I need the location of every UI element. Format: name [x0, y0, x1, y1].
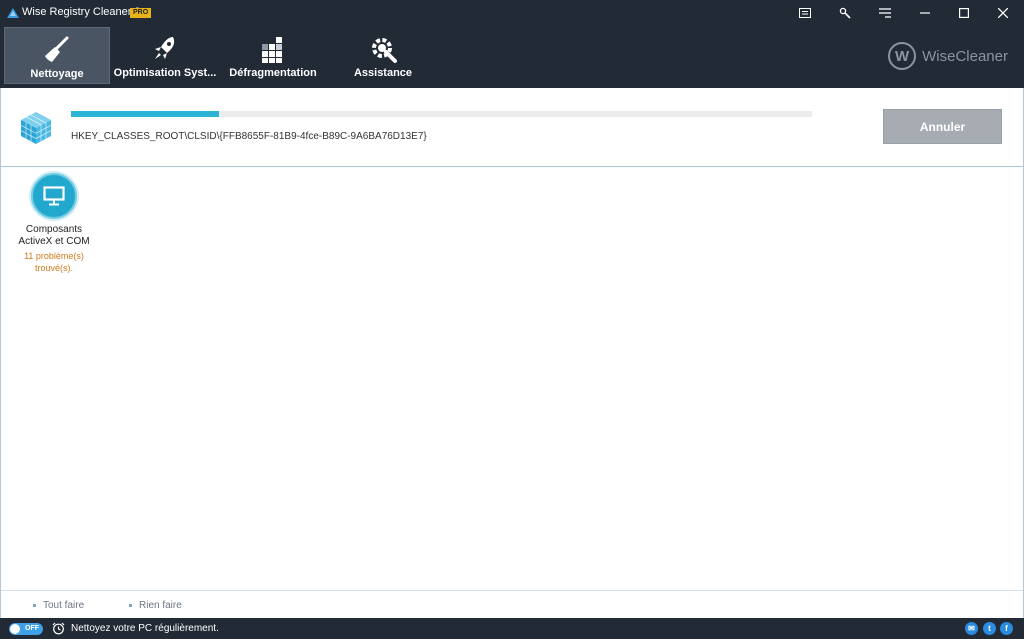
- category-icon: [31, 173, 77, 219]
- app-title: Wise Registry Cleaner 9: [22, 6, 141, 18]
- tab-assistance-label: Assistance: [353, 67, 413, 79]
- facebook-glyph: f: [1005, 623, 1008, 633]
- cancel-button[interactable]: Annuler: [883, 109, 1002, 144]
- close-icon: [998, 8, 1008, 18]
- tools-button[interactable]: [826, 0, 864, 26]
- select-all-label: Tout faire: [43, 600, 85, 611]
- status-bar: OFF Nettoyez votre PC régulièrement. ✉ t…: [0, 618, 1024, 639]
- select-none-link[interactable]: Rien faire: [129, 600, 182, 611]
- tab-nettoyage-label: Nettoyage: [30, 68, 84, 80]
- category-activex-com[interactable]: Composants ActiveX et COM 11 problème(s)…: [11, 173, 97, 274]
- alarm-clock-icon: [52, 622, 65, 635]
- tab-defragmentation[interactable]: Défragmentation: [220, 27, 326, 84]
- bullet-icon: [129, 603, 132, 607]
- defrag-blocks-icon: [262, 37, 282, 63]
- maximize-button[interactable]: [945, 0, 983, 26]
- title-bar: Wise Registry Cleaner 9 PRO: [0, 0, 1024, 26]
- registry-cube-icon: [20, 112, 52, 144]
- toggle-knob: [10, 624, 20, 634]
- tab-optimisation-label: Optimisation Syst...: [113, 67, 217, 79]
- broom-icon: [45, 36, 69, 62]
- app-logo-icon: [7, 8, 19, 18]
- tab-assistance[interactable]: Assistance: [330, 27, 436, 84]
- menu-icon: [879, 8, 891, 18]
- tab-optimisation[interactable]: Optimisation Syst...: [112, 27, 218, 84]
- message-icon: [799, 8, 811, 18]
- bullet-icon: [33, 603, 36, 607]
- status-message: Nettoyez votre PC régulièrement.: [71, 623, 219, 634]
- mail-icon[interactable]: ✉: [965, 622, 978, 635]
- monitor-icon: [43, 186, 65, 206]
- scan-progress-fill: [71, 111, 220, 117]
- main-content: HKEY_CLASSES_ROOT\CLSID\{FFB8655F-81B9-4…: [0, 88, 1024, 618]
- facebook-icon[interactable]: f: [1000, 622, 1013, 635]
- message-button[interactable]: [786, 0, 824, 26]
- tab-nettoyage[interactable]: Nettoyage: [4, 27, 110, 84]
- wrench-gear-icon: [372, 38, 397, 63]
- toggle-label: OFF: [25, 625, 39, 632]
- tools-icon: [839, 7, 851, 19]
- wisecleaner-name: WiseCleaner: [922, 47, 1008, 65]
- minimize-button[interactable]: [906, 0, 944, 26]
- maximize-icon: [959, 8, 969, 18]
- scan-progress-bar: [71, 111, 812, 117]
- category-name: Composants ActiveX et COM: [18, 224, 90, 247]
- close-button[interactable]: [984, 0, 1022, 26]
- rocket-icon: [155, 37, 175, 59]
- twitter-glyph: t: [988, 623, 991, 633]
- main-toolbar: Nettoyage Optimisation Syst... Défragmen…: [0, 26, 1024, 88]
- schedule-toggle[interactable]: OFF: [9, 623, 43, 635]
- scan-panel: HKEY_CLASSES_ROOT\CLSID\{FFB8655F-81B9-4…: [1, 88, 1023, 167]
- category-issue-count: 11 problème(s) trouvé(s).: [24, 251, 84, 273]
- twitter-icon[interactable]: t: [983, 622, 996, 635]
- wisecleaner-brand[interactable]: W WiseCleaner: [888, 42, 1008, 70]
- scan-current-path: HKEY_CLASSES_ROOT\CLSID\{FFB8655F-81B9-4…: [71, 131, 427, 142]
- minimize-icon: [920, 12, 930, 14]
- select-all-link[interactable]: Tout faire: [33, 600, 84, 611]
- mail-glyph: ✉: [968, 623, 975, 633]
- tab-defragmentation-label: Défragmentation: [229, 67, 317, 79]
- selection-actions: Tout faire Rien faire: [1, 590, 1023, 617]
- pro-badge: PRO: [130, 8, 152, 18]
- menu-button[interactable]: [866, 0, 904, 26]
- wisecleaner-logo: W: [888, 42, 917, 70]
- select-none-label: Rien faire: [139, 600, 182, 611]
